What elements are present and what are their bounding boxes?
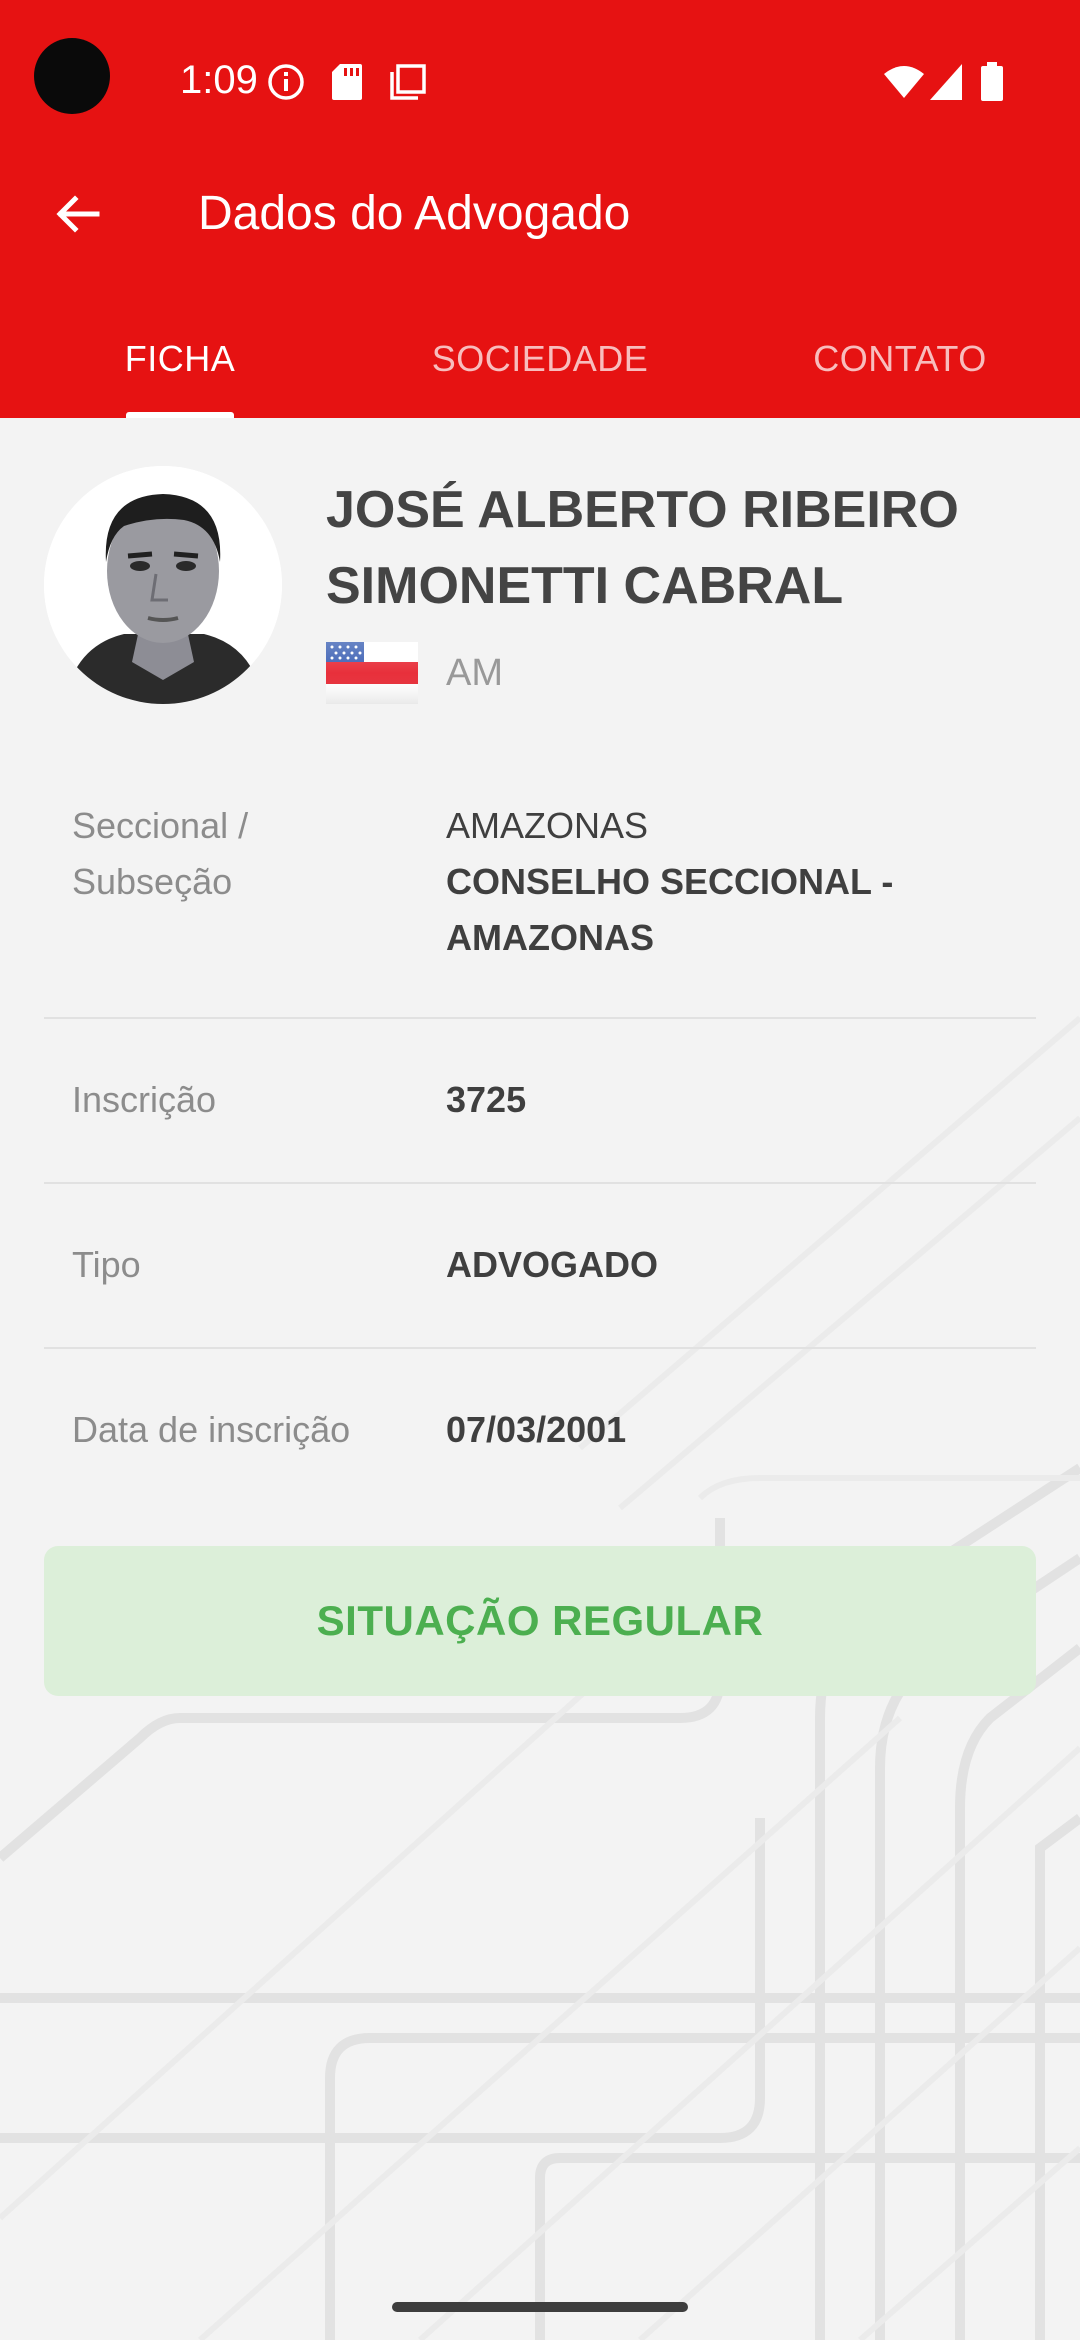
divider	[44, 1347, 1036, 1349]
status-bar: 1:09	[0, 0, 1080, 160]
app-bar: 1:09 Dados do Advogado FICHA SOCIEDADE C…	[0, 0, 1080, 418]
seccional-value-line2: CONSELHO SECCIONAL -	[446, 861, 894, 902]
screen: 1:09 Dados do Advogado FICHA SOCIEDADE C…	[0, 0, 1080, 2340]
tab-indicator	[126, 412, 234, 418]
info-icon	[268, 64, 304, 100]
battery-icon	[981, 62, 1003, 101]
page-title: Dados do Advogado	[198, 187, 631, 240]
tab-sociedade[interactable]: SOCIEDADE	[360, 300, 720, 418]
divider	[44, 1182, 1036, 1184]
state-code: AM	[446, 652, 503, 694]
status-time: 1:09	[180, 58, 258, 102]
inscricao-value: 3725	[446, 1079, 527, 1120]
status-badge: SITUAÇÃO REGULAR	[44, 1546, 1036, 1696]
field-tipo: Tipo ADVOGADO	[44, 1237, 1036, 1297]
avatar	[44, 466, 282, 704]
status-text: SITUAÇÃO REGULAR	[316, 1597, 764, 1644]
tipo-value: ADVOGADO	[446, 1244, 659, 1285]
sd-card-icon	[332, 64, 362, 100]
profile-photo	[44, 466, 282, 704]
gesture-nav-handle[interactable]	[392, 2302, 688, 2312]
tab-contato[interactable]: CONTATO	[720, 300, 1080, 418]
field-data-inscricao: Data de inscrição 07/03/2001	[44, 1402, 1036, 1462]
back-button[interactable]	[40, 176, 116, 252]
signal-icon	[930, 64, 962, 100]
tab-ficha[interactable]: FICHA	[0, 300, 360, 418]
field-seccional: Seccional / Subseção AMAZONAS CONSELHO S…	[44, 798, 1036, 968]
field-inscricao: Inscrição 3725	[44, 1072, 1036, 1132]
wifi-icon	[884, 66, 924, 98]
tab-bar: FICHA SOCIEDADE CONTATO	[0, 300, 1080, 418]
seccional-value-line3: AMAZONAS	[446, 917, 654, 958]
arrow-back-icon	[56, 195, 100, 233]
camera-cutout	[34, 38, 110, 114]
lawyer-name-line2: SIMONETTI CABRAL	[326, 557, 844, 615]
seccional-label: Seccional / Subseção	[72, 798, 248, 910]
seccional-label-line2: Subseção	[72, 861, 233, 902]
divider	[44, 1017, 1036, 1019]
seccional-value-line1: AMAZONAS	[446, 805, 649, 846]
seccional-label-line1: Seccional /	[72, 805, 249, 846]
background-pattern	[0, 1015, 1080, 2340]
data-inscricao-label: Data de inscrição	[72, 1409, 351, 1450]
copy-icon	[390, 64, 426, 100]
lawyer-name: JOSÉ ALBERTO RIBEIRO SIMONETTI CABRAL	[326, 472, 1046, 624]
seccional-value: AMAZONAS CONSELHO SECCIONAL - AMAZONAS	[446, 798, 1006, 966]
lawyer-name-line1: JOSÉ ALBERTO RIBEIRO	[326, 481, 959, 539]
amazonas-flag-icon	[326, 642, 418, 704]
tipo-label: Tipo	[72, 1244, 141, 1285]
inscricao-label: Inscrição	[72, 1079, 217, 1120]
data-inscricao-value: 07/03/2001	[446, 1409, 627, 1450]
